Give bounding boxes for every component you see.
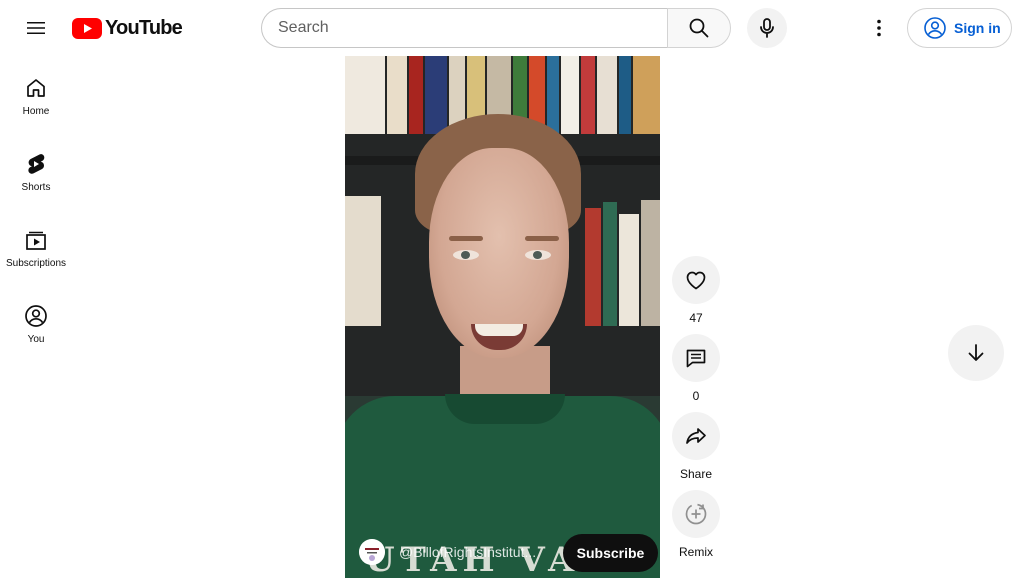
shorts-video-player[interactable]: UTAH VALL @BillofRightsInstitut... Subsc…: [345, 56, 660, 578]
share-label: Share: [679, 467, 713, 481]
search-button[interactable]: [667, 8, 731, 48]
channel-logo-icon: [359, 539, 385, 565]
share-button[interactable]: [672, 412, 720, 460]
channel-bar: @BillofRightsInstitut... Subscribe: [359, 532, 658, 572]
more-vertical-icon: [877, 19, 881, 37]
comments-button[interactable]: [672, 334, 720, 382]
microphone-icon: [760, 18, 774, 38]
sidebar-item-subscriptions[interactable]: Subscriptions: [4, 208, 68, 282]
search-box[interactable]: [261, 8, 668, 48]
sidebar-item-label: Subscriptions: [5, 258, 67, 269]
voice-search-button[interactable]: [747, 8, 787, 48]
account-circle-icon: [924, 17, 946, 39]
share-action: Share: [672, 412, 720, 481]
sign-in-label: Sign in: [954, 20, 1001, 36]
left-eye: [453, 250, 479, 260]
shirt-collar: [445, 394, 565, 424]
sidebar-item-label: You: [27, 334, 45, 345]
remix-icon: [685, 503, 707, 525]
settings-menu-button[interactable]: [859, 8, 899, 48]
sidebar-item-shorts[interactable]: Shorts: [4, 132, 68, 206]
search-icon: [689, 18, 709, 38]
hamburger-icon: [27, 22, 45, 34]
arrow-down-icon: [968, 344, 984, 361]
youtube-logo[interactable]: YouTube: [72, 16, 183, 40]
masthead: YouTube Sign in: [0, 0, 1028, 56]
remix-action: Remix: [672, 490, 720, 559]
remix-button[interactable]: [672, 490, 720, 538]
sidebar-item-label: Home: [22, 106, 50, 117]
youtube-play-icon: [72, 17, 102, 39]
shorts-icon: [28, 154, 45, 174]
right-eye: [525, 250, 551, 260]
comment-count: 0: [692, 389, 700, 403]
guide-menu-button[interactable]: [16, 8, 56, 48]
next-video-button[interactable]: [948, 325, 1004, 381]
channel-handle[interactable]: @BillofRightsInstitut...: [399, 544, 537, 560]
home-icon: [27, 79, 45, 97]
like-count: 47: [689, 311, 703, 325]
you-icon: [25, 305, 47, 327]
channel-avatar[interactable]: [359, 539, 385, 565]
right-brow: [525, 236, 559, 241]
subscriptions-icon: [26, 231, 46, 250]
share-arrow-icon: [686, 428, 706, 444]
like-button[interactable]: [672, 256, 720, 304]
logo-text: YouTube: [105, 16, 183, 39]
sign-in-button[interactable]: Sign in: [907, 8, 1012, 48]
sidebar-item-label: Shorts: [21, 182, 51, 193]
remix-label: Remix: [678, 545, 713, 559]
search-input[interactable]: [278, 19, 668, 37]
comment-action: 0: [672, 334, 720, 403]
subscribe-button[interactable]: Subscribe: [563, 534, 658, 572]
sidebar-item-you[interactable]: You: [4, 284, 68, 358]
like-action: 47: [672, 256, 720, 325]
comment-icon: [686, 349, 706, 368]
heart-icon: [686, 271, 706, 290]
sidebar-item-home[interactable]: Home: [4, 56, 68, 130]
left-brow: [449, 236, 483, 241]
